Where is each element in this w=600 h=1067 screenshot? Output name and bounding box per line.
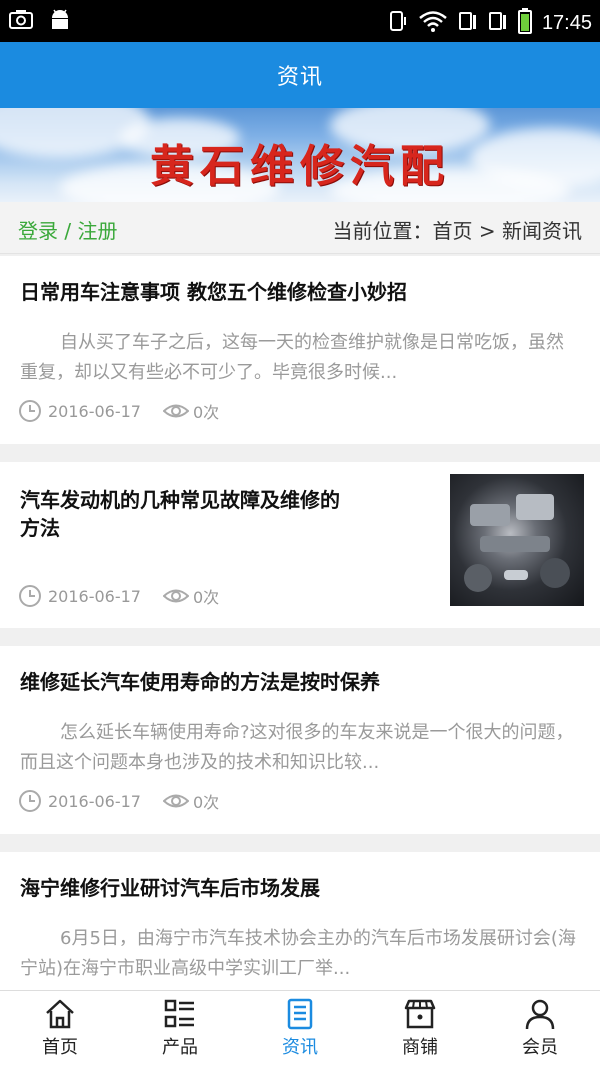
phone-vibrate-icon [386, 9, 408, 37]
news-views: 0次 [192, 588, 220, 607]
brand-logo-text: 黄石维修汽配 [150, 141, 450, 192]
battery-icon [517, 8, 532, 38]
news-thumbnail-engine[interactable] [450, 474, 584, 606]
news-title[interactable]: 海宁维修行业研讨汽车后市场发展 [20, 874, 320, 902]
document-icon [283, 997, 317, 1031]
bottom-tab-bar: 首页 产品 资讯 商铺 会员 [0, 990, 600, 1067]
news-item[interactable]: 汽车发动机的几种常见故障及维修的 方法 2016-06-17 0次 [0, 462, 600, 628]
news-views: 0次 [192, 403, 220, 422]
clock-icon [18, 399, 42, 423]
tab-label: 资讯 [282, 1037, 318, 1058]
tab-label: 首页 [42, 1037, 78, 1058]
tab-label: 产品 [162, 1037, 198, 1058]
eye-icon [162, 399, 190, 423]
user-icon [523, 997, 557, 1031]
news-date: 2016-06-17 [48, 401, 141, 421]
news-title-line: 汽车发动机的几种常见故障及维修的 [20, 488, 340, 512]
tab-store[interactable]: 商铺 [360, 991, 480, 1067]
android-icon [48, 8, 72, 34]
app-header: 资讯 [0, 42, 600, 108]
clock-icon [18, 789, 42, 813]
news-meta: 2016-06-17 0次 [18, 399, 219, 423]
news-item[interactable]: 日常用车注意事项 教您五个维修检查小妙招 自从买了车子之后，这每一天的检查维护就… [0, 256, 600, 444]
news-title[interactable]: 日常用车注意事项 教您五个维修检查小妙招 [20, 278, 407, 306]
news-title[interactable]: 维修延长汽车使用寿命的方法是按时保养 [20, 668, 380, 696]
login-register-link[interactable]: 登录 / 注册 [18, 215, 117, 244]
tab-label: 会员 [522, 1037, 558, 1058]
eye-icon [162, 584, 190, 608]
news-summary: 自从买了车子之后，这每一天的检查维护就像是日常吃饭，虽然重复，却以又有些必不可少… [20, 332, 564, 383]
news-summary: 怎么延长车辆使用寿命?这对很多的车友来说是一个很大的问题，而且这个问题本身也涉及… [20, 722, 574, 773]
brand-banner: 黄石维修汽配 [0, 108, 600, 202]
news-title-line: 方法 [20, 516, 60, 540]
tab-member[interactable]: 会员 [480, 991, 600, 1067]
news-item[interactable]: 维修延长汽车使用寿命的方法是按时保养 怎么延长车辆使用寿命?这对很多的车友来说是… [0, 646, 600, 834]
clock-text: 17:45 [541, 11, 592, 34]
location-bar: 登录 / 注册 当前位置：首页 > 新闻资讯 [0, 202, 600, 254]
news-summary: 6月5日，由海宁市汽车技术协会主办的汽车后市场发展研讨会(海宁站)在海宁市职业高… [20, 928, 576, 979]
news-views: 0次 [192, 793, 220, 812]
tab-label: 商铺 [402, 1037, 438, 1058]
status-bar: 17:45 [0, 0, 600, 42]
sim1-signal-icon [458, 9, 478, 37]
news-meta: 2016-06-17 0次 [18, 584, 219, 608]
news-meta: 2016-06-17 0次 [18, 789, 219, 813]
news-item[interactable]: 海宁维修行业研讨汽车后市场发展 6月5日，由海宁市汽车技术协会主办的汽车后市场发… [0, 852, 600, 992]
wifi-icon [418, 9, 448, 37]
store-icon [403, 997, 437, 1031]
home-icon [43, 997, 77, 1031]
sim2-signal-icon [488, 9, 508, 37]
tab-products[interactable]: 产品 [120, 991, 240, 1067]
news-date: 2016-06-17 [48, 791, 141, 811]
page-title: 资讯 [276, 65, 323, 90]
news-date: 2016-06-17 [48, 586, 141, 606]
breadcrumb: 当前位置：首页 > 新闻资讯 [332, 219, 582, 243]
tab-news[interactable]: 资讯 [240, 991, 360, 1067]
clock-icon [18, 584, 42, 608]
tab-home[interactable]: 首页 [0, 991, 120, 1067]
eye-icon [162, 789, 190, 813]
camera-icon [8, 8, 34, 34]
list-icon [163, 997, 197, 1031]
news-title[interactable]: 汽车发动机的几种常见故障及维修的 方法 [20, 486, 340, 542]
